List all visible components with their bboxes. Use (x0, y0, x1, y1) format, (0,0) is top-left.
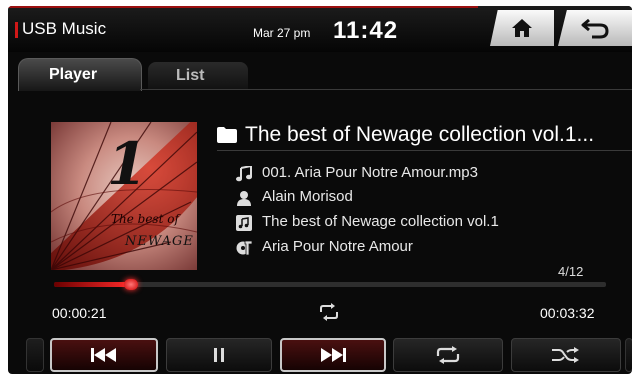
album-art-numeral: 1 (107, 130, 148, 198)
album-art: 1 The best of NEWAGE (51, 122, 197, 270)
screen: USB Music Mar 27 pm 11:42 List Player 1 … (0, 0, 638, 376)
folder-icon (217, 127, 237, 143)
album-art-caption-title: NEWAGE (125, 234, 194, 249)
controls-edge-right (625, 338, 632, 372)
head-unit-display: USB Music Mar 27 pm 11:42 List Player 1 … (8, 6, 632, 374)
tab-player[interactable]: Player (18, 58, 142, 91)
album-art-caption: The best of (111, 212, 179, 226)
clock: 11:42 (333, 17, 399, 44)
tab-list-label: List (176, 67, 205, 84)
artist-name: Alain Morisod (262, 188, 353, 205)
next-track-button[interactable] (280, 338, 386, 372)
song-title: Aria Pour Notre Amour (262, 238, 413, 255)
shuffle-icon (552, 347, 579, 363)
tab-list[interactable]: List (148, 62, 248, 90)
elapsed-time: 00:00:21 (52, 305, 107, 321)
pause-icon (214, 348, 224, 362)
date-label: Mar 27 pm (253, 26, 311, 40)
status-bar: USB Music Mar 27 pm 11:42 (8, 6, 632, 52)
previous-track-button[interactable] (50, 338, 158, 372)
skip-next-icon (321, 348, 346, 362)
source-indicator (15, 22, 18, 38)
playback-controls (26, 338, 632, 372)
shuffle-button[interactable] (511, 338, 621, 372)
pause-button[interactable] (166, 338, 272, 372)
progress-fill (54, 282, 131, 287)
artist-icon (237, 191, 251, 206)
album-folder-row: The best of Newage collection vol.1... (217, 122, 632, 151)
total-time: 00:03:32 (540, 305, 595, 321)
tab-underline (140, 89, 632, 90)
repeat-one-icon (320, 303, 338, 321)
music-note-icon (236, 166, 252, 182)
back-icon (581, 18, 609, 39)
home-icon (512, 19, 532, 37)
back-button[interactable] (558, 10, 632, 46)
file-name: 001. Aria Pour Notre Amour.mp3 (262, 164, 478, 181)
source-title: USB Music (22, 19, 107, 38)
repeat-button[interactable] (393, 338, 503, 372)
progress-thumb[interactable] (124, 279, 138, 290)
album-name: The best of Newage collection vol.1 (262, 213, 499, 230)
tab-player-label: Player (49, 66, 98, 83)
controls-edge-left (26, 338, 44, 372)
status-accent-line (8, 6, 478, 8)
track-counter: 4/12 (558, 264, 584, 279)
progress-bar[interactable] (54, 279, 606, 290)
album-icon (236, 215, 252, 231)
skip-previous-icon (91, 348, 116, 362)
album-title: The best of Newage collection vol.1... (245, 123, 595, 146)
tab-bar: List Player (8, 56, 632, 91)
repeat-icon (436, 346, 460, 364)
home-button[interactable] (490, 10, 554, 46)
song-title-icon (236, 240, 252, 256)
